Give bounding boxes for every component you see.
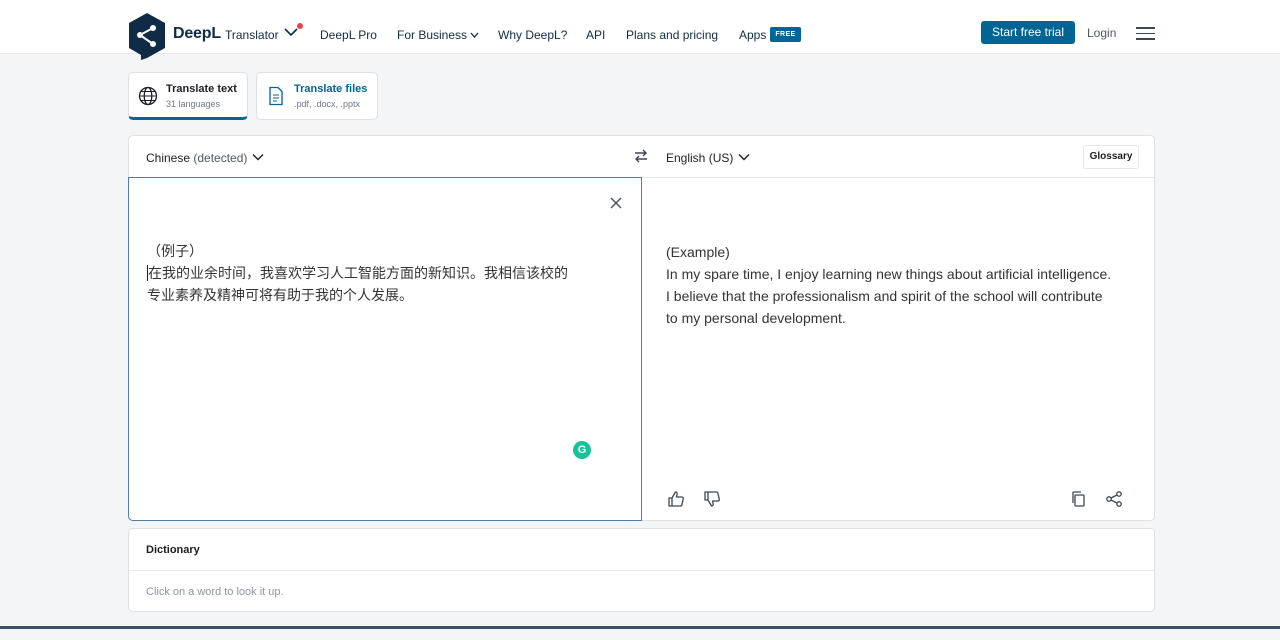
tab-translate-files-title: Translate files xyxy=(294,83,368,95)
nav-api[interactable]: API xyxy=(586,28,605,42)
nav-apps[interactable]: Apps xyxy=(739,28,766,42)
language-bar: Chinese (detected) English (US) Glossary xyxy=(129,136,1154,178)
target-line: I believe that the professionalism and s… xyxy=(666,288,1103,304)
chevron-down-icon xyxy=(470,32,479,38)
nav-for-business-label: For Business xyxy=(397,28,468,42)
copy-icon[interactable] xyxy=(1069,490,1087,508)
glossary-button[interactable]: Glossary xyxy=(1083,145,1139,169)
chevron-down-icon xyxy=(252,154,264,161)
swap-languages-icon[interactable] xyxy=(633,148,649,164)
nav-why-deepl[interactable]: Why DeepL? xyxy=(498,28,567,42)
target-language-select[interactable]: English (US) xyxy=(666,151,750,165)
document-icon xyxy=(269,86,283,106)
source-line: 专业素养及精神可将有助于我的个人发展。 xyxy=(147,288,413,304)
top-nav: DeepL Translator DeepL Pro For Business … xyxy=(0,0,1280,60)
source-language-select[interactable]: Chinese (detected) xyxy=(146,151,264,165)
thumbs-down-icon[interactable] xyxy=(703,490,721,508)
login-link[interactable]: Login xyxy=(1087,26,1116,40)
thumbs-up-icon[interactable] xyxy=(667,490,685,508)
taskbar-edge xyxy=(0,626,1280,629)
brand-name[interactable]: DeepL xyxy=(173,25,221,43)
detected-label: (detected) xyxy=(193,151,248,165)
target-line: (Example) xyxy=(666,244,730,260)
source-language-label: Chinese xyxy=(146,151,191,165)
nav-for-business[interactable]: For Business xyxy=(397,28,479,42)
nav-plans-pricing[interactable]: Plans and pricing xyxy=(626,28,718,42)
target-text[interactable]: (Example) In my spare time, I enjoy lear… xyxy=(666,241,1141,329)
share-icon[interactable] xyxy=(1105,490,1123,508)
divider xyxy=(129,570,1154,571)
source-line-with-caret: 在我的业余时间，我喜欢学习人工智能方面的新知识。我相信该校的 xyxy=(147,263,607,285)
source-line: （例子） xyxy=(147,244,203,260)
target-line: In my spare time, I enjoy learning new t… xyxy=(666,266,1112,282)
dictionary-title: Dictionary xyxy=(146,544,200,556)
tab-translate-text-title: Translate text xyxy=(166,83,237,95)
chevron-down-icon[interactable] xyxy=(284,27,298,37)
source-text-input[interactable]: （例子） 在我的业余时间，我喜欢学习人工智能方面的新知识。我相信该校的 专业素养… xyxy=(128,177,642,521)
apps-free-badge: FREE xyxy=(770,27,801,42)
hamburger-menu-icon[interactable] xyxy=(1136,27,1155,41)
product-name[interactable]: Translator xyxy=(225,28,279,42)
grammarly-icon[interactable]: G xyxy=(573,441,591,459)
notification-dot xyxy=(297,23,303,29)
source-line: 在我的业余时间，我喜欢学习人工智能方面的新知识。我相信该校的 xyxy=(148,266,568,282)
deepl-logo-icon[interactable] xyxy=(128,13,166,60)
target-line: to my personal development. xyxy=(666,310,846,326)
translator-panel: Chinese (detected) English (US) Glossary… xyxy=(128,135,1155,521)
dictionary-panel: Dictionary Click on a word to look it up… xyxy=(128,528,1155,612)
source-text[interactable]: （例子） 在我的业余时间，我喜欢学习人工智能方面的新知识。我相信该校的 专业素养… xyxy=(147,241,607,307)
tab-translate-text[interactable]: Translate text 31 languages xyxy=(128,72,248,120)
start-free-trial-button[interactable]: Start free trial xyxy=(981,21,1075,44)
close-icon[interactable] xyxy=(609,196,623,210)
nav-deepl-pro[interactable]: DeepL Pro xyxy=(320,28,377,42)
tab-translate-files-subtitle: .pdf, .docx, .pptx xyxy=(294,99,361,109)
dictionary-hint: Click on a word to look it up. xyxy=(146,586,284,598)
chevron-down-icon xyxy=(738,154,750,161)
globe-icon xyxy=(138,86,158,106)
target-language-label: English (US) xyxy=(666,151,734,165)
tab-translate-text-subtitle: 31 languages xyxy=(166,99,221,109)
tab-translate-files[interactable]: Translate files .pdf, .docx, .pptx xyxy=(256,72,378,120)
